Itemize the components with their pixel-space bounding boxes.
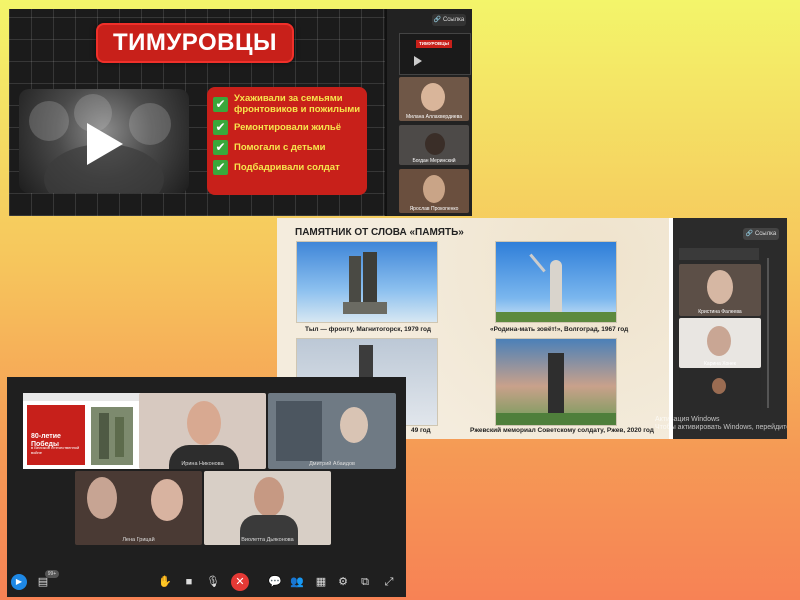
play-icon[interactable]	[87, 123, 123, 165]
video-thumbnail[interactable]	[19, 89, 189, 193]
photo-caption: Тыл — фронту, Магнитогорск, 1979 год	[305, 326, 432, 333]
layout-grid-icon[interactable]: ▦	[313, 574, 329, 590]
notification-badge: 99+	[45, 570, 59, 578]
participant-tile[interactable]: Богдан Меринский	[399, 125, 469, 165]
monument-photo	[495, 338, 617, 426]
meeting-screenshot-timurovtsy: ТИМУРОВЦЫ ✔ Ухаживали за семьями фронтов…	[9, 9, 472, 216]
shared-screen-tile[interactable]: 80-летие Победы в Великой Отечественной …	[23, 393, 141, 469]
participant-tile[interactable]: Кристина Фалеева	[679, 264, 761, 316]
list-item: ✔ Подбадривали солдат	[213, 160, 361, 175]
photo-caption: «Родина-мать зовёт!», Волгоград, 1967 го…	[490, 326, 629, 333]
hang-up-icon[interactable]: ✕	[231, 573, 249, 591]
play-icon	[414, 56, 422, 66]
list-item: ✔ Помогали с детьми	[213, 140, 361, 155]
video-camera-icon[interactable]: ▶	[11, 574, 27, 590]
participants-icon[interactable]: 👥	[289, 574, 305, 590]
camera-icon[interactable]: ■	[181, 574, 197, 590]
photo-caption: Ржевский мемориал Советскому солдату, Рж…	[470, 427, 654, 434]
link-button[interactable]: 🔗 Ссылка	[743, 228, 779, 240]
microphone-icon[interactable]: 🎙	[205, 574, 221, 590]
participant-tile[interactable]	[679, 370, 761, 410]
fullscreen-icon[interactable]: ⤢	[381, 574, 397, 590]
participants-panel: 🔗 Ссылка ТИМУРОВЦЫ Милана Аллахвердиева …	[387, 9, 472, 216]
gear-icon[interactable]: ⚙	[335, 574, 351, 590]
facts-list: ✔ Ухаживали за семьями фронтовиков и пож…	[207, 87, 367, 195]
photo-caption: 49 год	[411, 427, 431, 434]
raise-hand-icon[interactable]: ✋	[157, 574, 173, 590]
list-item: ✔ Ремонтировали жильё	[213, 120, 361, 135]
slide-preview[interactable]: ТИМУРОВЦЫ	[399, 33, 471, 75]
participant-tile[interactable]: Милана Аллахвердиева	[399, 77, 469, 121]
checkmark-icon: ✔	[213, 140, 228, 155]
link-button[interactable]: 🔗 Ссылка	[432, 14, 466, 26]
monument-photo	[296, 241, 438, 323]
participant-tile[interactable]: Карина Хонек	[679, 318, 761, 368]
windows-activation-watermark: Активация Windows Чтобы активировать Win…	[655, 416, 787, 431]
participants-panel: 🔗 Ссылка Кристина Фалеева Карина Хонек	[673, 218, 787, 439]
chat-icon[interactable]: 💬	[267, 574, 283, 590]
list-item: ✔ Ухаживали за семьями фронтовиков и пож…	[213, 93, 361, 115]
checkmark-icon: ✔	[213, 96, 228, 112]
scrollbar[interactable]	[767, 258, 769, 408]
participant-tile[interactable]: Лена Грицай	[75, 471, 202, 545]
slide-preview-strip[interactable]	[679, 248, 759, 260]
presentation-slide: ТИМУРОВЦЫ ✔ Ухаживали за семьями фронтов…	[9, 9, 385, 216]
checkmark-icon: ✔	[213, 160, 228, 175]
participant-tile[interactable]: Виолетта Дьяконова	[204, 471, 331, 545]
meeting-toolbar: ▶ ▤ 99+ ✋ ■ 🎙 ✕ 💬 👥 ▦ ⚙ ⧉ ⤢	[7, 567, 406, 597]
slide-title: ТИМУРОВЦЫ	[96, 23, 294, 63]
slide-title: ПАМЯТНИК ОТ СЛОВА «ПАМЯТЬ»	[295, 227, 464, 238]
checkmark-icon: ✔	[213, 120, 228, 135]
participant-tile[interactable]: Дмитрий Абаидов	[268, 393, 396, 469]
participant-tile[interactable]: Ярослав Прокопенко	[399, 169, 469, 213]
share-screen-icon[interactable]: ⧉	[357, 574, 373, 590]
participant-tile[interactable]: Ирина Никонова	[139, 393, 266, 469]
monument-photo	[495, 241, 617, 323]
meeting-screenshot-gallery: 80-летие Победы в Великой Отечественной …	[7, 377, 406, 597]
